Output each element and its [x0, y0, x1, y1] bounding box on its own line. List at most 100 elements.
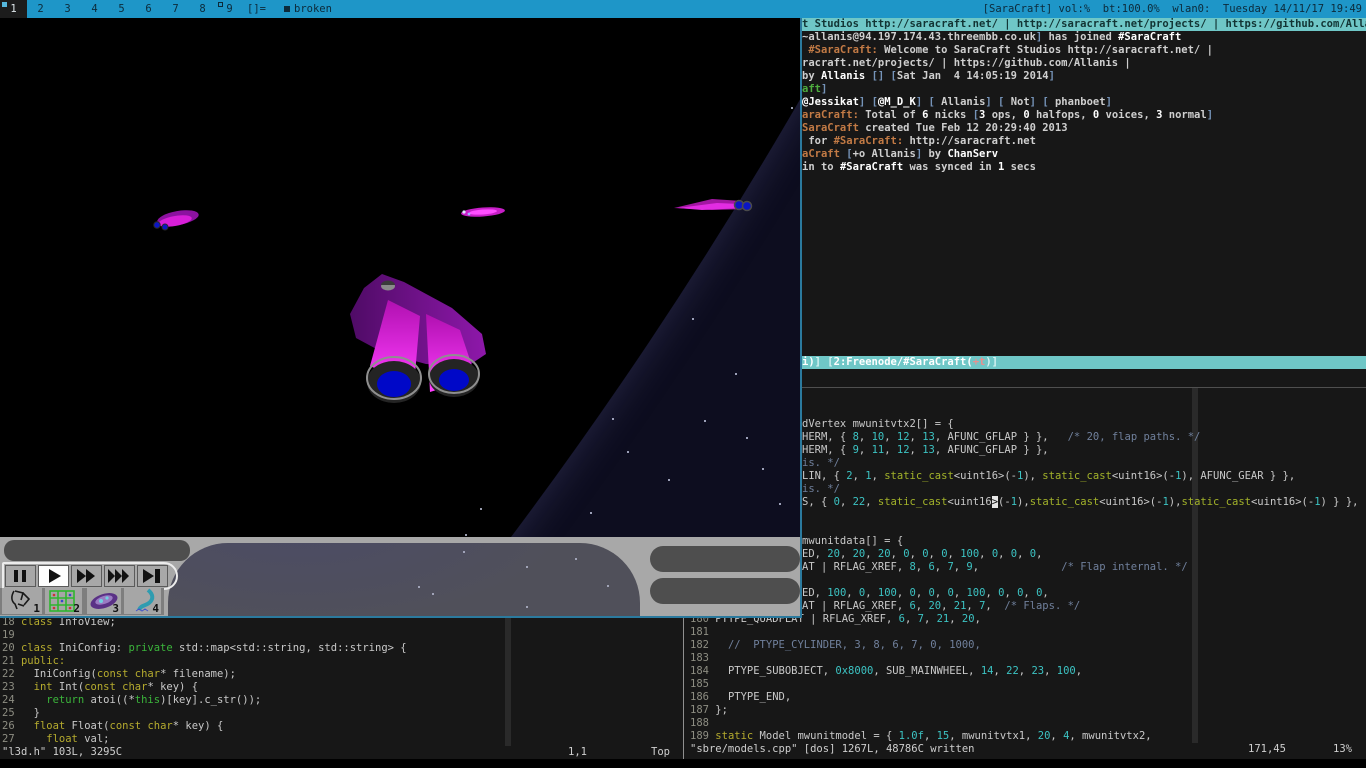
panel-button-3[interactable]: 3 — [87, 588, 121, 614]
small-spaceship-center — [458, 202, 506, 222]
terminal-line: for #SaraCraft: http://saracraft.net — [802, 135, 1036, 148]
star — [607, 585, 609, 587]
terminal-line: 185 — [690, 678, 715, 691]
terminal-line: 23 int Int(const char* key) { — [2, 681, 198, 694]
terminal-line: HERM, { 9, 11, 12, 13, AFUNC_GFLAP } }, — [802, 444, 1049, 457]
terminal-line: araCraft: Total of 6 nicks [3 ops, 0 hal… — [802, 109, 1213, 122]
panel-button-2-label: 2 — [73, 603, 80, 614]
right-display-slot-2 — [650, 578, 800, 604]
vim-scroll-position: Top — [651, 746, 670, 759]
play-button[interactable] — [38, 565, 69, 587]
terminal-line: 26 float Float(const char* key) { — [2, 720, 223, 733]
terminal-line: 19 — [2, 629, 21, 642]
pause-button[interactable] — [5, 565, 36, 587]
ffwd3-button[interactable] — [104, 565, 135, 587]
small-spaceship-right — [672, 195, 754, 217]
panel-button-3-label: 3 — [112, 603, 119, 614]
star — [465, 534, 467, 536]
terminal-line: is. */ — [802, 457, 840, 470]
terminal-line: 24 return atoi((*this)[key].c_str()); — [2, 694, 261, 707]
star — [463, 551, 465, 553]
vim-scroll-percent: 13% — [1333, 743, 1352, 756]
terminal-line: 186 PTYPE_END, — [690, 691, 791, 704]
ffwd4-icon — [138, 566, 167, 586]
tag-7[interactable]: 7 — [162, 0, 189, 18]
star — [791, 107, 793, 109]
star — [526, 566, 528, 568]
scanner-sheen — [168, 543, 640, 616]
game-window-broken[interactable]: 1 2 3 — [0, 18, 802, 618]
terminal-line: by Allanis [] [Sat Jan 4 14:05:19 2014] — [802, 70, 1055, 83]
terminal-line: 188 — [690, 717, 715, 730]
play-icon — [39, 566, 68, 586]
terminal-line: AT | RFLAG_XREF, 8, 6, 7, 9, /* Flap int… — [802, 561, 1188, 574]
terminal-line: 22 IniConfig(const char* filename); — [2, 668, 236, 681]
star — [432, 593, 434, 595]
star — [526, 606, 528, 608]
terminal-line: is. */ — [802, 483, 840, 496]
vim-ruler: 171,45 — [1248, 743, 1286, 756]
tag-2[interactable]: 2 — [27, 0, 54, 18]
terminal-line: SaraCraft created Tue Feb 12 20:29:40 20… — [802, 122, 1068, 135]
star — [668, 479, 670, 481]
game-control-panel: 1 2 3 — [0, 537, 800, 616]
tag-9[interactable]: 9 — [216, 0, 243, 18]
ffwd2-button[interactable] — [71, 565, 102, 587]
star — [590, 512, 592, 514]
star — [575, 558, 577, 560]
terminal-line: ~allanis@94.197.174.43.threembb.co.uk] h… — [802, 31, 1181, 44]
terminal-line: HERM, { 8, 10, 12, 13, AFUNC_GFLAP } }, … — [802, 431, 1200, 444]
irssi-status-text: i)] [2:Freenode/#SaraCraft(+t)] — [802, 356, 998, 369]
vim-file-status: "l3d.h" 103L, 3295C — [2, 746, 122, 759]
tag-1[interactable]: 1 — [0, 0, 27, 18]
tag-3[interactable]: 3 — [54, 0, 81, 18]
small-spaceship-left — [148, 207, 200, 231]
tag-8[interactable]: 8 — [189, 0, 216, 18]
panel-button-4-label: 4 — [152, 603, 159, 614]
panel-button-2[interactable]: 2 — [45, 588, 82, 614]
terminal-line: ED, 20, 20, 20, 0, 0, 0, 100, 0, 0, 0, — [802, 548, 1042, 561]
terminal-line: LIN, { 2, 1, static_cast<uint16>(-1), st… — [802, 470, 1295, 483]
layout-symbol[interactable]: []= — [247, 0, 266, 18]
vim-ruler: 1,1 — [568, 746, 587, 759]
tag-6[interactable]: 6 — [135, 0, 162, 18]
panel-button-4[interactable]: 4 — [124, 588, 161, 614]
terminal-line: 20 class IniConfig: private std::map<std… — [2, 642, 407, 655]
large-spaceship — [342, 266, 497, 406]
terminal-line: S, { 0, 22, static_cast<uint16>(-1),stat… — [802, 496, 1358, 509]
star — [762, 468, 764, 470]
dwm-statusbar: 123456789 []= broken [SaraCraft] vol:% b… — [0, 0, 1366, 18]
star — [418, 586, 420, 588]
tag-occupied-indicator — [2, 2, 7, 7]
star — [612, 418, 614, 420]
tag-5[interactable]: 5 — [108, 0, 135, 18]
terminal-line: 184 PTYPE_SUBOBJECT, 0x8000, SUB_MAINWHE… — [690, 665, 1082, 678]
ffwd4-button[interactable] — [137, 565, 168, 587]
terminal-line: aft] — [802, 83, 827, 96]
time-control-group — [2, 562, 178, 590]
star — [779, 503, 781, 505]
ffwd3-icon — [105, 566, 134, 586]
star — [704, 420, 706, 422]
focused-window-square-icon — [284, 6, 290, 12]
terminal-line: in to #SaraCraft was synced in 1 secs — [802, 161, 1036, 174]
star — [692, 318, 694, 320]
message-display-slot — [4, 540, 190, 561]
pause-icon — [6, 566, 35, 586]
terminal-line: 27 float val; — [2, 733, 109, 746]
panel-button-1-label: 1 — [33, 603, 40, 614]
systray-status-text: [SaraCraft] vol:% bt:100.0% wlan0: Tuesd… — [983, 0, 1362, 18]
star — [627, 451, 629, 453]
panel-button-1[interactable]: 1 — [2, 588, 42, 614]
terminal-line: 182 // PTYPE_CYLINDER, 3, 8, 6, 7, 0, 10… — [690, 639, 981, 652]
terminal-line: racraft.net/projects/ | https://github.c… — [802, 57, 1131, 70]
right-display-slot-1 — [650, 546, 800, 572]
terminal-line: mwunitdata[] = { — [802, 535, 903, 548]
terminal-line: ED, 100, 0, 100, 0, 0, 0, 100, 0, 0, 0, — [802, 587, 1049, 600]
star — [746, 437, 748, 439]
tag-occupied-indicator — [218, 2, 223, 7]
tag-4[interactable]: 4 — [81, 0, 108, 18]
terminal-line: 25 } — [2, 707, 40, 720]
terminal-line: 181 — [690, 626, 715, 639]
terminal-line: 189 static Model mwunitmodel = { 1.0f, 1… — [690, 730, 1152, 743]
